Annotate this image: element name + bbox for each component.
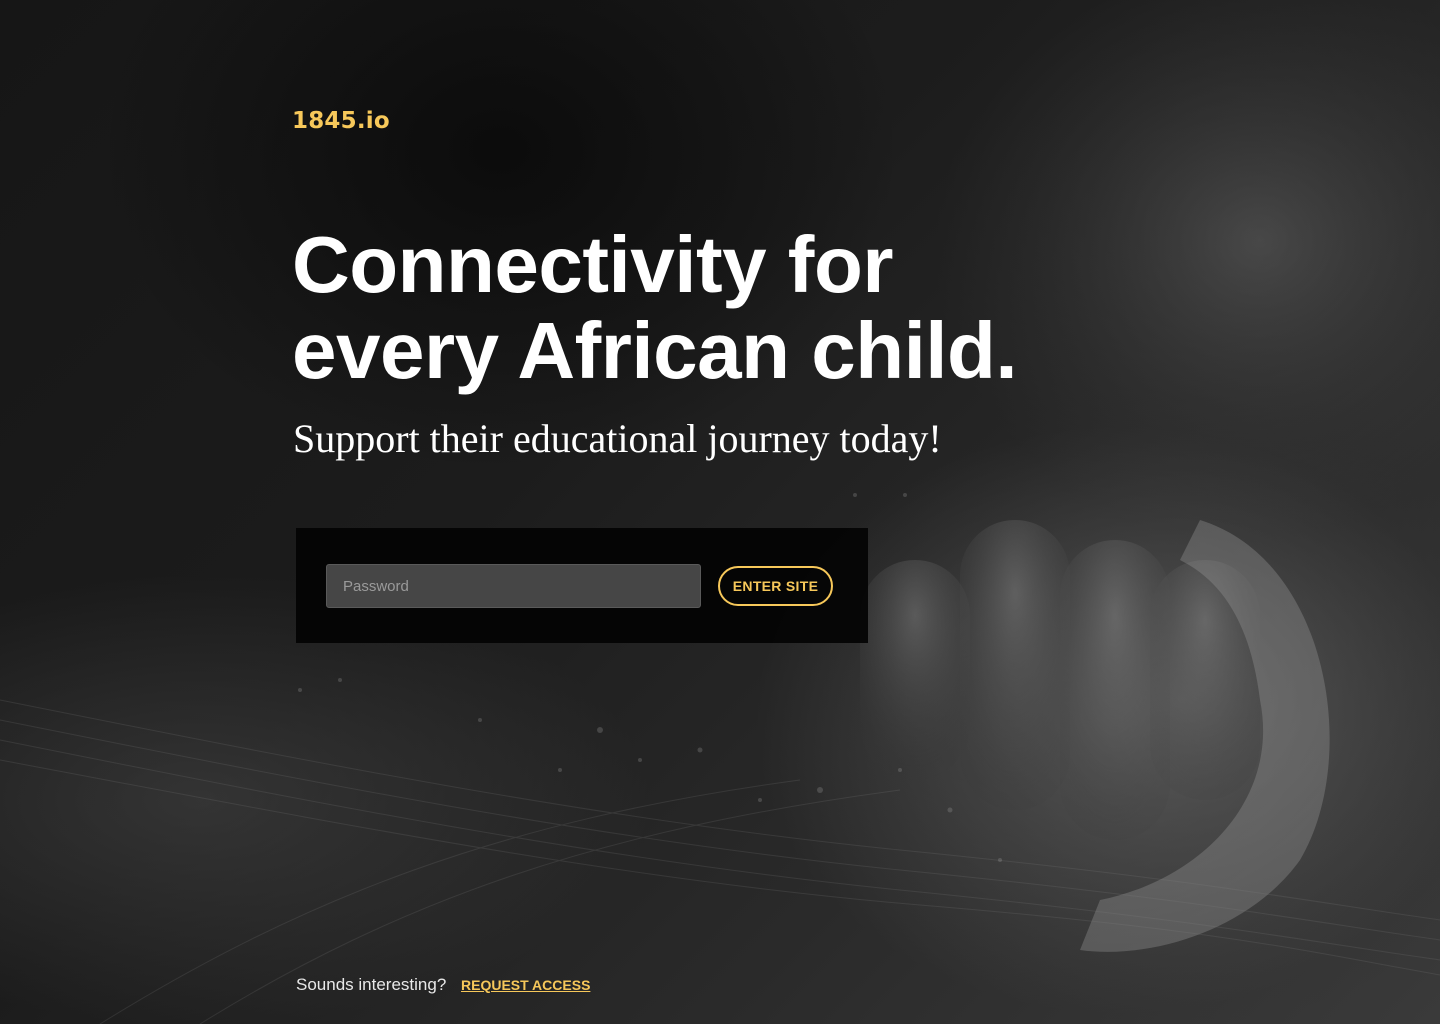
- password-input[interactable]: [326, 564, 701, 608]
- password-form: ENTER SITE: [296, 528, 868, 643]
- footer-request-access: Sounds interesting? REQUEST ACCESS: [296, 975, 590, 995]
- background-photo: [0, 0, 1440, 1024]
- request-access-link[interactable]: REQUEST ACCESS: [461, 977, 590, 993]
- landing-page: 1845.io Connectivity for every African c…: [0, 0, 1440, 1024]
- footer-prompt: Sounds interesting?: [296, 975, 447, 994]
- enter-site-button[interactable]: ENTER SITE: [718, 566, 833, 606]
- hero-headline: Connectivity for every African child.: [292, 220, 1018, 395]
- brand-logo[interactable]: 1845.io: [292, 108, 390, 134]
- hero-subheadline: Support their educational journey today!: [293, 416, 942, 461]
